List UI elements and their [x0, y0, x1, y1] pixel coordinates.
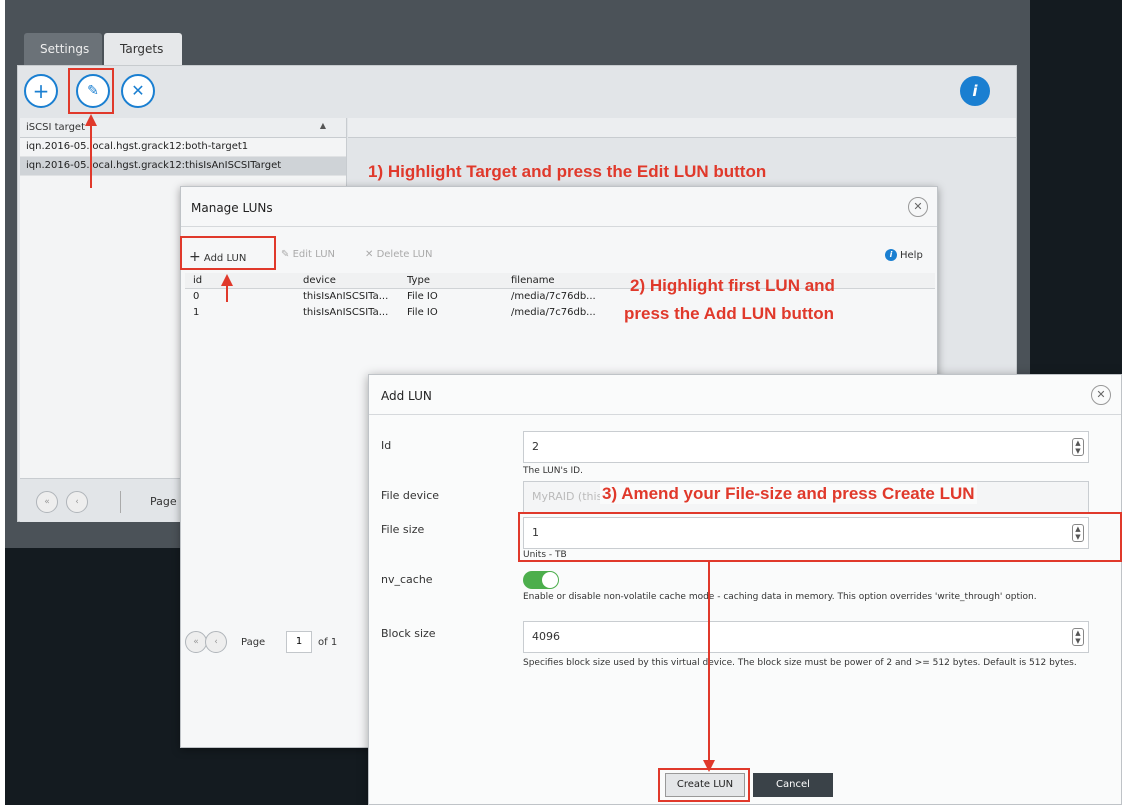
info-icon: i [885, 249, 897, 261]
highlight-add-lun [180, 236, 276, 270]
info-icon: i [972, 82, 978, 100]
cell-filename: /media/7c76db... [511, 291, 596, 302]
column-header[interactable]: id [193, 275, 293, 286]
first-page-icon[interactable]: « [36, 491, 58, 513]
close-icon[interactable]: ✕ [908, 197, 928, 217]
block-size-help: Specifies block size used by this virtua… [523, 658, 1077, 668]
column-header[interactable]: filename [511, 275, 621, 286]
id-field[interactable]: 2 ▲ ▼ [523, 431, 1089, 463]
annotation-arrow-head [85, 114, 97, 126]
page-label: Page [241, 637, 266, 648]
highlight-create-lun [658, 768, 750, 802]
tab-targets[interactable]: Targets [104, 33, 182, 65]
highlight-edit-button [68, 68, 114, 114]
column-header[interactable]: device [303, 275, 403, 286]
annotation-arrow-head [221, 274, 233, 286]
target-row[interactable]: iqn.2016-05.local.hgst.grack12:both-targ… [20, 138, 346, 157]
id-help: The LUN's ID. [523, 466, 583, 476]
sort-up-icon: ▲ [319, 121, 326, 130]
dialog-title: Add LUN [369, 375, 1121, 415]
edit-lun-toolbar-button[interactable]: ✎ Edit LUN [277, 245, 349, 267]
nv-cache-label: nv_cache [381, 573, 433, 586]
annotation-step2a: 2) Highlight first LUN and [630, 276, 835, 295]
dialog-title: Manage LUNs [181, 187, 937, 227]
close-icon: ✕ [131, 81, 145, 100]
column-label: iSCSI target [26, 122, 85, 133]
cell-type: File IO [407, 307, 438, 318]
nv-cache-help: Enable or disable non-volatile cache mod… [523, 592, 1037, 602]
id-label: Id [381, 439, 392, 452]
annotation-arrow [226, 284, 228, 302]
cancel-button[interactable]: Cancel [753, 773, 833, 797]
file-device-label: File device [381, 489, 440, 502]
annotation-arrow [708, 562, 710, 762]
toggle-knob [542, 572, 558, 588]
help-label: Help [900, 250, 923, 261]
annotation-step1: 1) Highlight Target and press the Edit L… [368, 162, 767, 181]
delete-lun-button[interactable]: ✕ Delete LUN [361, 245, 453, 267]
cell-type: File IO [407, 291, 438, 302]
add-lun-dialog: Add LUN ✕ Id 2 ▲ ▼ The LUN's ID. File dev… [368, 374, 1122, 805]
page-input[interactable]: 1 [286, 631, 312, 653]
prev-page-icon[interactable]: ‹ [205, 631, 227, 653]
nv-cache-toggle[interactable] [523, 571, 559, 589]
cell-id: 1 [193, 307, 200, 318]
id-value: 2 [532, 440, 539, 453]
close-icon[interactable]: ✕ [1091, 385, 1111, 405]
spinner-icon[interactable]: ▲ ▼ [1072, 438, 1084, 456]
block-size-field[interactable]: 4096 ▲ ▼ [523, 621, 1089, 653]
close-icon: ✕ [365, 249, 374, 260]
target-list-header[interactable]: iSCSI target ▲ [20, 118, 346, 138]
cell-filename: /media/7c76db... [511, 307, 596, 318]
help-button[interactable]: i Help [881, 245, 931, 267]
info-button[interactable]: i [960, 76, 990, 106]
file-size-label: File size [381, 523, 425, 536]
page-count: of 1 [318, 637, 338, 648]
cell-id: 0 [193, 291, 200, 302]
target-details-header [348, 118, 1016, 138]
edit-lun-label: Edit LUN [292, 249, 335, 260]
delete-lun-label: Delete LUN [376, 249, 433, 260]
edit-icon: ✎ [281, 249, 290, 260]
divider [120, 491, 121, 513]
annotation-step3: 3) Amend your File-size and press Create… [600, 484, 977, 504]
block-size-label: Block size [381, 627, 436, 640]
lun-toolbar: + Add LUN ✎ Edit LUN ✕ Delete LUN i Help [181, 241, 937, 271]
tab-settings[interactable]: Settings [24, 33, 102, 65]
add-target-button[interactable]: + [24, 74, 58, 108]
highlight-file-size [518, 512, 1122, 562]
target-row-selected[interactable]: iqn.2016-05.local.hgst.grack12:thisIsAnI… [20, 157, 346, 176]
block-size-value: 4096 [532, 630, 560, 643]
plus-icon: + [32, 79, 50, 103]
page-label: Page [150, 495, 177, 508]
lun-pager: « ‹ Page 1 of 1 [181, 625, 381, 659]
remove-target-button[interactable]: ✕ [121, 74, 155, 108]
prev-page-icon[interactable]: ‹ [66, 491, 88, 513]
first-page-icon[interactable]: « [185, 631, 207, 653]
annotation-step2b: press the Add LUN button [624, 304, 834, 323]
annotation-arrow [90, 124, 92, 188]
spinner-icon[interactable]: ▲ ▼ [1072, 628, 1084, 646]
cell-device: thisIsAnISCSITa... [303, 307, 389, 318]
cell-device: thisIsAnISCSITa... [303, 291, 389, 302]
column-header[interactable]: Type [407, 275, 507, 286]
